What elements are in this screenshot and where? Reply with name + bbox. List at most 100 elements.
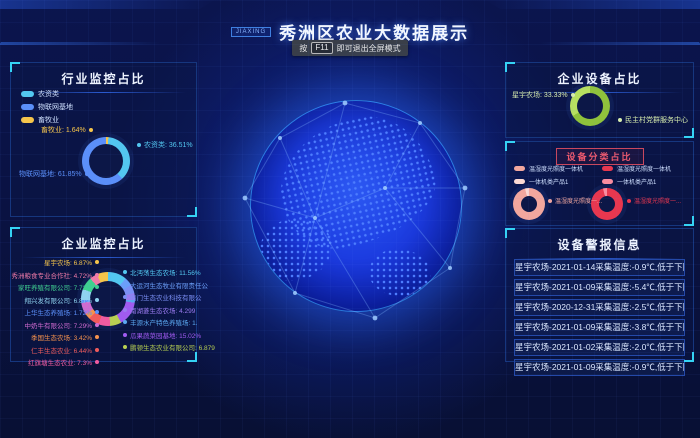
- chart-label-text: 温湿度光照度一...: [555, 196, 602, 205]
- legend-item[interactable]: 一体机类产品1: [602, 177, 671, 186]
- label-dot: [627, 199, 631, 203]
- chart-label: 翔兴发有限公司: 6.87%: [24, 295, 99, 305]
- legend-item[interactable]: 温湿度光照度一体机: [602, 164, 671, 173]
- label-dot: [95, 360, 99, 364]
- header-decoration: [485, 0, 700, 9]
- logo-badge: JIAXING: [231, 27, 271, 37]
- globe-continent-dots: [259, 219, 331, 281]
- panel-title: 设备分类占比: [555, 148, 643, 165]
- chart-label: 丰源水产特色养殖场: 1.: [123, 317, 198, 327]
- industry-donut-chart: [82, 137, 130, 185]
- chart-label-text: 南湖菱生态农场: 4.299: [130, 305, 195, 315]
- chart-label: 中奶牛有限公司: 7.29%: [24, 320, 99, 330]
- chart-label-text: 季国生态农场: 3.42%: [31, 332, 92, 342]
- legend-item[interactable]: 物联网基地: [21, 102, 73, 112]
- chart-label: 陶门生态农业科技有限公: [123, 292, 202, 302]
- chart-label-text: 民主村党群服务中心: [625, 115, 688, 125]
- legend-swatch: [602, 166, 613, 171]
- enterprise-labels-left: 星宇农场: 6.87% 秀洲粮食专业合作社: 4.72% 家旺养殖有限公司: 7…: [13, 257, 99, 367]
- class-left-donut-chart: [513, 188, 545, 220]
- legend-swatch: [21, 117, 34, 123]
- chart-label: 温湿度光照度一...: [627, 196, 681, 205]
- alarm-list: 星宇农场-2021-01-14采集温度:-0.9℃,低于下限0℃ 星宇农场-20…: [506, 259, 693, 376]
- label-dot: [95, 323, 99, 327]
- globe: [250, 100, 462, 312]
- chart-label: 红旗塘生态农业: 7.3%: [28, 357, 99, 367]
- chart-label-text: 物联网基地: 61.85%: [19, 169, 82, 179]
- legend-label: 一体机类产品1: [617, 177, 656, 186]
- legend-swatch: [602, 179, 613, 184]
- chart-label: 物联网基地: 61.85%: [19, 169, 89, 179]
- chart-label-text: 鹏顿生态农业有限公司: 6.879: [130, 342, 215, 352]
- class-left-legend: 温湿度光照度一体机 一体机类产品1: [514, 164, 583, 186]
- donut-hole: [89, 144, 123, 178]
- chart-label: 仁丰生态农业: 6.44%: [31, 345, 99, 355]
- panel-industry-monitor-ratio: 行业监控占比 农资类 物联网基地 畜牧业 畜牧业: 1.64% 农资: [10, 62, 197, 217]
- chart-label: 畜牧业: 1.64%: [41, 125, 93, 135]
- globe-continent-dots: [369, 249, 431, 296]
- chart-label: 上华生态养殖场: 1.72%: [24, 307, 99, 317]
- chart-label: 南湖菱生态农场: 4.299: [123, 305, 195, 315]
- legend-label: 温湿度光照度一体机: [529, 164, 583, 173]
- chart-label-text: 畜牧业: 1.64%: [41, 125, 86, 135]
- hint-suffix: 即可退出全屏模式: [337, 43, 401, 54]
- legend-swatch: [514, 179, 525, 184]
- chart-label: 北沔荡生态农场: 11.56%: [123, 267, 201, 277]
- alarm-row: 星宇农场-2021-01-09采集温度:-0.9℃,低于下限0℃: [514, 359, 685, 376]
- legend-label: 农资类: [38, 89, 59, 99]
- label-dot: [618, 118, 622, 122]
- label-dot: [95, 260, 99, 264]
- chart-label-text: 红旗塘生态农业: 7.3%: [28, 357, 92, 367]
- panel-enterprise-monitor-ratio: 企业监控占比 星宇农场: 6.87% 秀洲粮食专业合作社: 4.72% 家旺养殖…: [10, 227, 197, 362]
- chart-label: 温湿度光照度一...: [548, 196, 602, 205]
- label-dot: [85, 172, 89, 176]
- chart-label-text: 星宇农场: 6.87%: [44, 257, 92, 267]
- chart-label: 星宇农场: 33.33%: [512, 90, 575, 100]
- chart-label-text: 大运河生态牧业有限责任公: [130, 280, 208, 290]
- label-dot: [548, 199, 552, 203]
- device-ratio-donut-chart: [570, 86, 610, 126]
- class-right-legend: 温湿度光照度一体机 一体机类产品1: [602, 164, 671, 186]
- panel-title: 行业监控占比: [11, 70, 196, 87]
- chart-label-text: 家旺养殖有限公司: 7.72%: [18, 282, 92, 292]
- legend-swatch: [21, 91, 34, 97]
- legend-item[interactable]: 一体机类产品1: [514, 177, 583, 186]
- legend-label: 畜牧业: [38, 115, 59, 125]
- label-dot: [89, 128, 93, 132]
- alarm-row: 星宇农场-2020-12-31采集温度:-2.5℃,低于下限0℃: [514, 299, 685, 316]
- chart-label: 季国生态农场: 3.42%: [31, 332, 99, 342]
- dashboard: JIAXING 秀洲区农业大数据展示 按 F11 即可退出全屏模式: [0, 0, 700, 438]
- panel-enterprise-device-ratio: 企业设备占比 星宇农场: 33.33% 民主村党群服务中心: [505, 62, 694, 138]
- chart-label-text: 翔兴发有限公司: 6.87%: [24, 295, 92, 305]
- chart-label-text: 星宇农场: 33.33%: [512, 90, 568, 100]
- alarm-row: 星宇农场-2021-01-09采集温度:-5.4℃,低于下限0℃: [514, 279, 685, 296]
- legend-label: 一体机类产品1: [529, 177, 568, 186]
- label-dot: [123, 320, 127, 324]
- chart-label-text: 上华生态养殖场: 1.72%: [24, 307, 92, 317]
- label-dot: [95, 335, 99, 339]
- header-decoration: [0, 0, 215, 9]
- fullscreen-hint: 按 F11 即可退出全屏模式: [0, 40, 700, 56]
- donut-hole: [577, 93, 603, 119]
- chart-label-text: 北沔荡生态农场: 11.56%: [130, 267, 201, 277]
- legend-item[interactable]: 畜牧业: [21, 115, 73, 125]
- chart-label: 农资类: 36.51%: [137, 140, 193, 150]
- legend-item[interactable]: 农资类: [21, 89, 73, 99]
- label-dot: [123, 295, 127, 299]
- chart-label-text: 瓜果蔬菜园基地: 15.02%: [130, 330, 201, 340]
- legend-swatch: [21, 104, 34, 110]
- legend-item[interactable]: 温湿度光照度一体机: [514, 164, 583, 173]
- chart-label: 鹏顿生态农业有限公司: 6.879: [123, 342, 215, 352]
- label-dot: [95, 310, 99, 314]
- chart-label: 大运河生态牧业有限责任公: [123, 280, 208, 290]
- alarm-row: 星宇农场-2021-01-02采集温度:-2.0℃,低于下限0℃: [514, 339, 685, 356]
- label-dot: [123, 308, 127, 312]
- panel-title: 企业设备占比: [506, 70, 693, 87]
- chart-label-text: 陶门生态农业科技有限公: [130, 292, 202, 302]
- chart-label-text: 丰源水产特色养殖场: 1.: [130, 317, 198, 327]
- label-dot: [571, 93, 575, 97]
- label-dot: [95, 285, 99, 289]
- chart-label: 民主村党群服务中心: [618, 115, 688, 125]
- panel-device-class-ratio: 设备分类占比 温湿度光照度一体机 一体机类产品1 温湿度光照度一体机 一体机类产…: [505, 141, 694, 226]
- legend-label: 温湿度光照度一体机: [617, 164, 671, 173]
